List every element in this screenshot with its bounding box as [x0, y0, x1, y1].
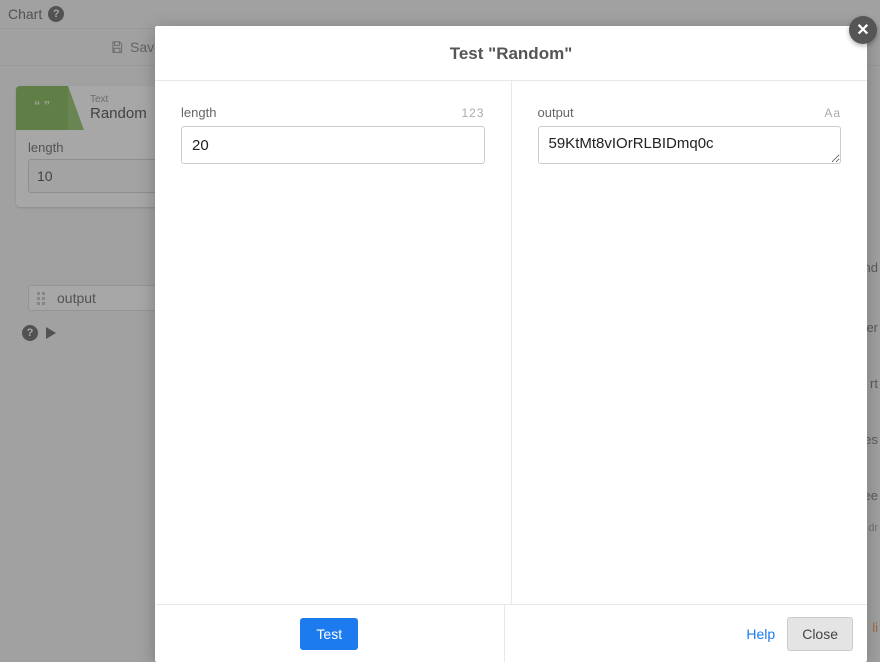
dialog-footer: Test Help Close: [155, 604, 867, 662]
length-input[interactable]: [181, 126, 485, 164]
test-dialog: ✕ Test "Random" length 123 output Aa Tes…: [155, 26, 867, 662]
numeric-hint-icon: 123: [461, 106, 484, 120]
help-button[interactable]: Help: [746, 626, 775, 642]
output-textarea[interactable]: [538, 126, 842, 164]
test-button[interactable]: Test: [300, 618, 358, 650]
output-label: output: [538, 105, 574, 120]
close-icon[interactable]: ✕: [849, 16, 877, 44]
dialog-title: Test "Random": [155, 26, 867, 81]
dialog-output-column: output Aa: [512, 81, 868, 604]
dialog-input-column: length 123: [155, 81, 512, 604]
length-label: length: [181, 105, 216, 120]
close-button[interactable]: Close: [787, 617, 853, 651]
text-hint-icon: Aa: [824, 106, 841, 120]
